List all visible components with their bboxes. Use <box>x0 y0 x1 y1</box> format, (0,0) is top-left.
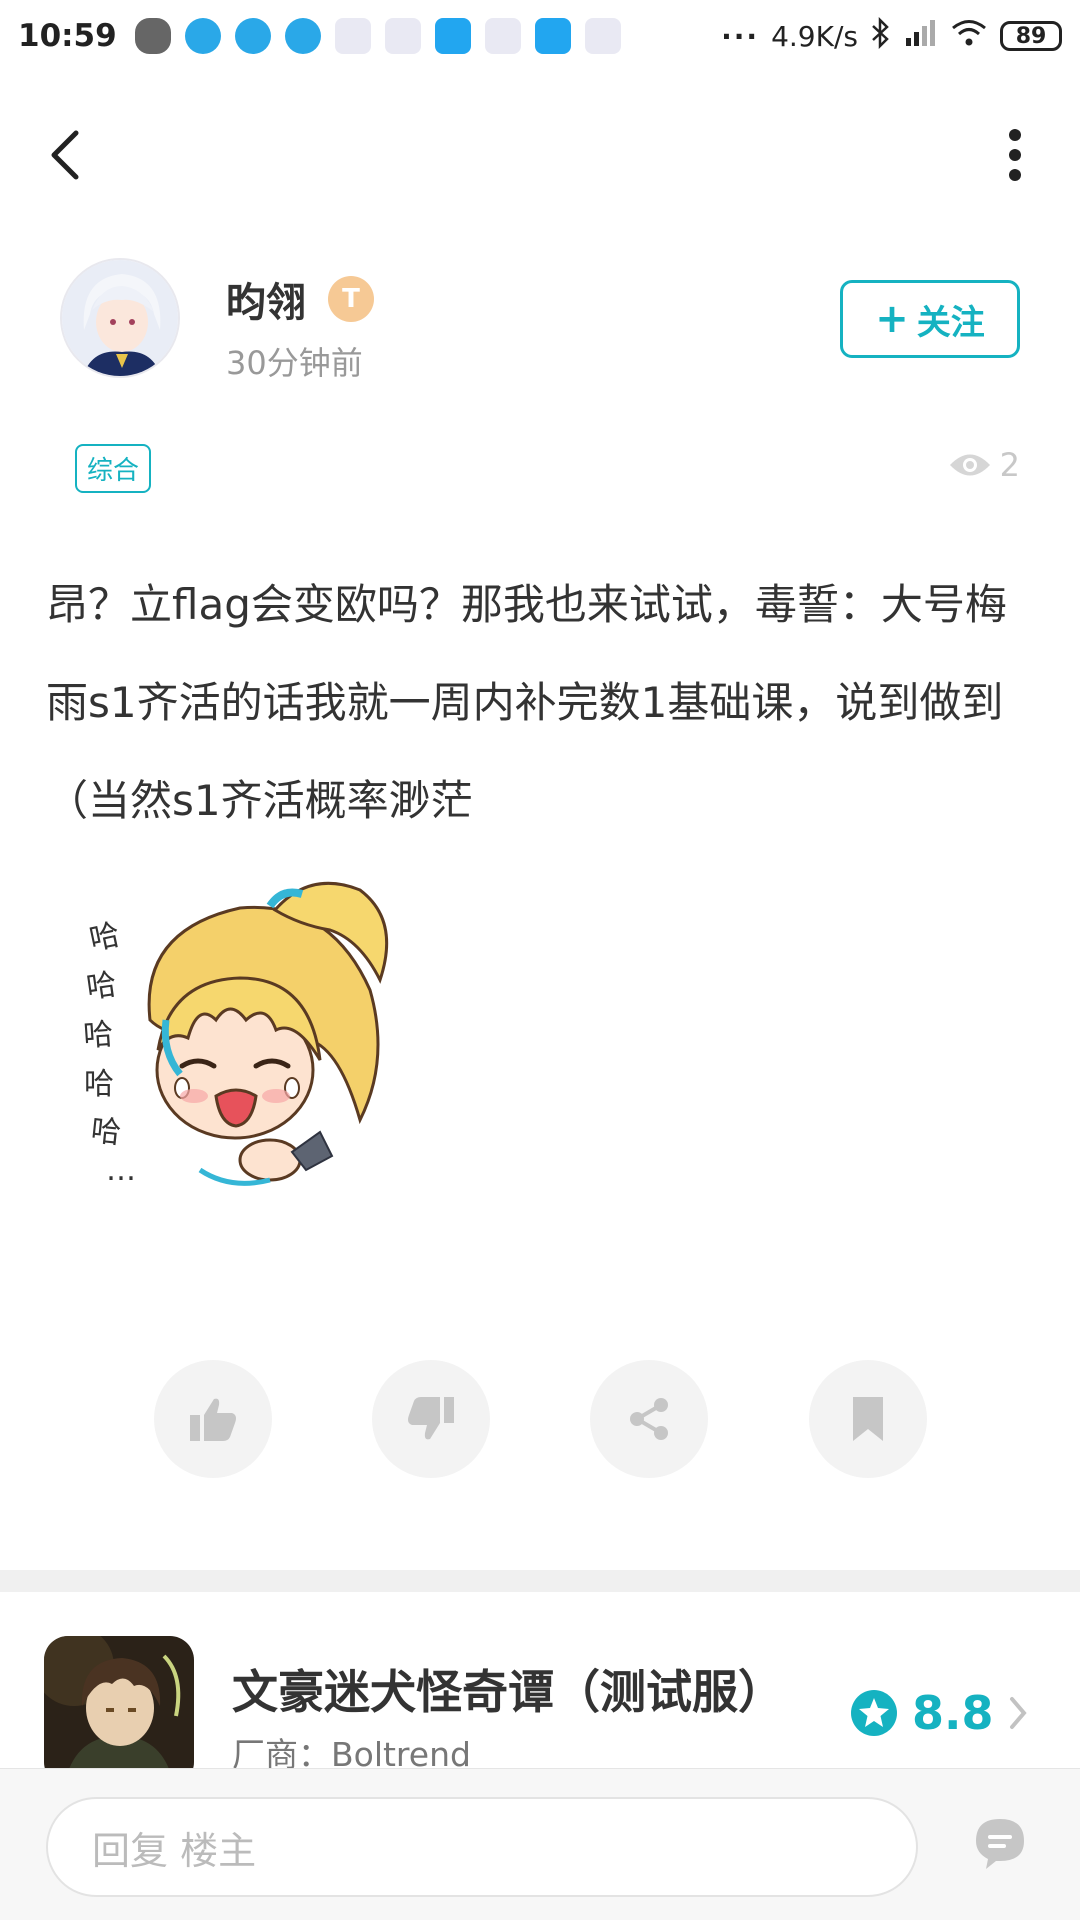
game-title[interactable]: 文豪迷犬怪奇谭（测试服） <box>232 1656 784 1722</box>
section-divider <box>0 1570 1080 1592</box>
bookmark-button[interactable] <box>809 1360 927 1478</box>
chevron-left-icon <box>51 130 79 180</box>
back-button[interactable] <box>40 125 90 185</box>
rating-value: 8.8 <box>912 1686 994 1740</box>
more-options-button[interactable] <box>990 125 1040 185</box>
reply-input[interactable]: 回复 楼主 <box>46 1797 918 1897</box>
dislike-button[interactable] <box>372 1360 490 1478</box>
game-rating[interactable]: 8.8 <box>850 1686 1028 1740</box>
more-notifications-icon: ··· <box>721 19 760 53</box>
level-badge: T <box>328 276 374 322</box>
bookmark-icon <box>853 1397 883 1441</box>
svg-text:…: … <box>106 1153 136 1188</box>
eye-icon <box>949 454 990 476</box>
category-tag[interactable]: 综合 <box>75 444 152 493</box>
svg-text:哈: 哈 <box>86 917 123 957</box>
avatar[interactable] <box>60 258 180 378</box>
wechat-icon <box>134 18 171 54</box>
sticker-image: 哈 哈 哈 哈 哈 … <box>70 870 420 1210</box>
signal-icon <box>904 18 938 55</box>
svg-text:哈: 哈 <box>82 1017 114 1054</box>
video-app-icon <box>384 18 421 54</box>
follow-button[interactable]: + 关注 <box>840 280 1020 358</box>
app-notification-icon <box>434 18 471 54</box>
post-time: 30分钟前 <box>226 344 363 382</box>
app-notification-icon <box>284 18 321 54</box>
bluetooth-icon <box>870 16 892 56</box>
game-icon[interactable] <box>44 1636 194 1786</box>
thumbs-down-icon <box>408 1397 454 1440</box>
wifi-icon <box>950 18 988 55</box>
post-body: 昂？立flag会变欧吗？那我也来试试，毒誓：大号梅雨s1齐活的话我就一周内补完数… <box>46 580 1007 825</box>
video-app-icon <box>484 18 521 54</box>
view-count-value: 2 <box>999 446 1020 484</box>
share-button[interactable] <box>590 1360 708 1478</box>
battery-icon: 89 <box>1000 21 1062 51</box>
comment-list-button[interactable] <box>970 1813 1030 1873</box>
share-icon <box>630 1398 668 1440</box>
notification-icons <box>134 18 621 54</box>
reply-bar: 回复 楼主 <box>0 1768 1080 1920</box>
comment-icon <box>976 1819 1024 1869</box>
video-app-icon <box>334 18 371 54</box>
svg-text:哈: 哈 <box>84 967 119 1006</box>
status-bar: 10:59 ··· 4.9K/s 89 <box>0 0 1080 72</box>
video-app-icon <box>584 18 621 54</box>
thumbs-up-icon <box>190 1398 236 1441</box>
status-right: ··· 4.9K/s 89 <box>721 16 1062 56</box>
svg-text:哈: 哈 <box>89 1113 122 1151</box>
like-button[interactable] <box>154 1360 272 1478</box>
app-notification-icon <box>534 18 571 54</box>
chevron-right-icon <box>1009 1697 1027 1729</box>
view-count: 2 <box>948 446 1020 484</box>
plus-icon: + <box>875 296 909 342</box>
app-notification-icon <box>184 18 221 54</box>
status-time: 10:59 <box>18 18 117 54</box>
app-notification-icon <box>234 18 271 54</box>
svg-text:哈: 哈 <box>84 1067 114 1102</box>
more-vertical-icon <box>1009 129 1021 181</box>
star-icon <box>851 1690 897 1736</box>
follow-label: 关注 <box>916 302 985 343</box>
author-name[interactable]: 昀翎 <box>226 270 306 328</box>
net-speed: 4.9K/s <box>771 19 858 53</box>
